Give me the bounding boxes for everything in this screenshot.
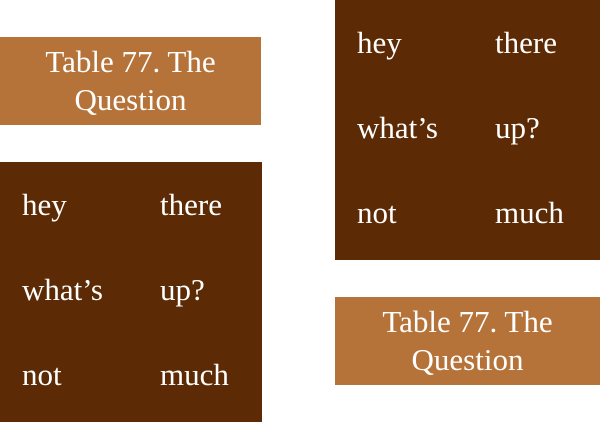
table-caption-right: Table 77. The Question: [335, 297, 600, 385]
table-row: hey there: [0, 162, 229, 247]
caption-line-1: Table 77. The: [45, 44, 216, 79]
table-left: hey there what’s up? not much: [0, 162, 262, 422]
table-caption-left: Table 77. The Question: [0, 37, 261, 125]
table-cell: not: [357, 194, 397, 230]
caption-line-1: Table 77. The: [382, 304, 553, 339]
caption-line-2: Question: [411, 342, 524, 377]
table-cell: much: [160, 356, 229, 392]
table-cell: what’s: [22, 271, 103, 307]
table-cell: much: [495, 194, 564, 230]
table-cell: hey: [357, 24, 402, 60]
table-cell: what’s: [357, 109, 438, 145]
table-cell: hey: [22, 186, 67, 222]
data-table-left: hey there what’s up? not much: [0, 162, 229, 417]
table-row: hey there: [335, 0, 564, 85]
table-row: what’s up?: [335, 85, 564, 170]
table-cell: not: [22, 356, 62, 392]
table-right: hey there what’s up? not much: [335, 0, 600, 260]
document-canvas: Table 77. The Question hey there what’s …: [0, 0, 600, 422]
table-row: what’s up?: [0, 247, 229, 332]
table-cell: up?: [495, 109, 540, 145]
table-cell: there: [495, 24, 557, 60]
table-row: not much: [0, 332, 229, 417]
data-table-right: hey there what’s up? not much: [335, 0, 564, 255]
table-cell: there: [160, 186, 222, 222]
caption-line-2: Question: [74, 82, 187, 117]
table-row: not much: [335, 170, 564, 255]
table-cell: up?: [160, 271, 205, 307]
